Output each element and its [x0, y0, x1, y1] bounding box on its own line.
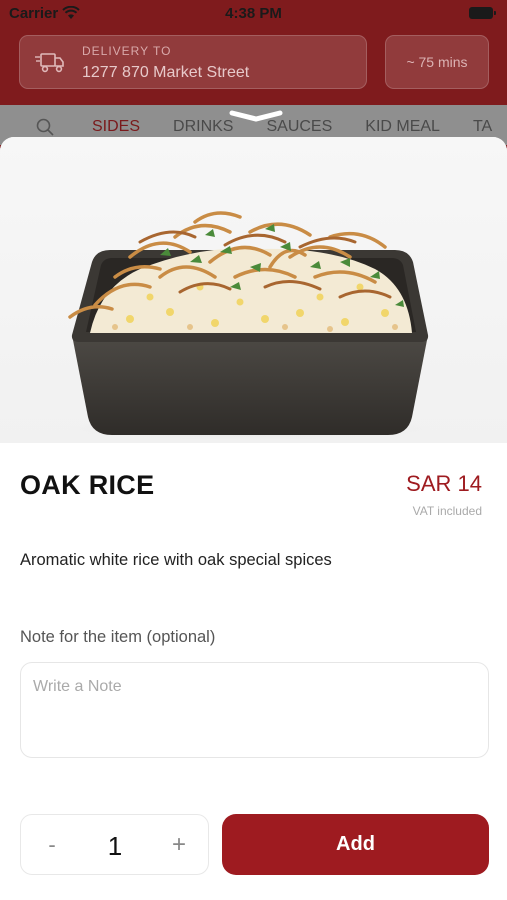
item-note-field[interactable]	[20, 662, 489, 758]
delivery-eta: ~ 75 mins	[406, 54, 468, 70]
delivery-address: 1277 870 Market Street	[82, 64, 250, 81]
food-photo	[0, 137, 507, 443]
delivery-label: DELIVERY TO	[82, 44, 172, 58]
item-detail-sheet: OAK RICE SAR 14 VAT included Aromatic wh…	[0, 137, 507, 900]
delivery-address-button[interactable]: DELIVERY TO 1277 870 Market Street	[19, 35, 367, 89]
status-bar: Carrier 4:38 PM	[0, 0, 507, 28]
category-tabs: SIDES DRINKS SAUCES KID MEAL TA	[92, 118, 507, 136]
header: Carrier 4:38 PM DELIVERY TO 1277 870 Mar…	[0, 0, 507, 105]
decrease-quantity-button[interactable]: -	[35, 829, 69, 863]
battery-icon	[469, 7, 496, 19]
tab-more[interactable]: TA	[473, 118, 492, 136]
tab-drinks[interactable]: DRINKS	[173, 118, 233, 136]
tab-kid-meal[interactable]: KID MEAL	[365, 118, 440, 136]
rice-dish-illustration	[50, 211, 450, 441]
vat-note: VAT included	[412, 504, 482, 518]
tab-sides[interactable]: SIDES	[92, 118, 140, 136]
item-title: OAK RICE	[20, 470, 155, 500]
add-button-label: Add	[336, 833, 375, 855]
quantity-stepper: - 1 +	[20, 814, 209, 875]
status-time: 4:38 PM	[225, 5, 282, 22]
delivery-truck-icon	[35, 53, 64, 73]
search-icon[interactable]	[36, 118, 54, 136]
sheet-grabber-handle[interactable]	[228, 110, 284, 122]
quantity-value: 1	[107, 831, 123, 861]
item-price: SAR 14	[406, 471, 482, 496]
increase-quantity-button[interactable]: +	[162, 829, 196, 863]
item-description: Aromatic white rice with oak special spi…	[20, 551, 332, 569]
delivery-eta-button[interactable]: ~ 75 mins	[385, 35, 489, 89]
note-label: Note for the item (optional)	[20, 628, 216, 646]
add-to-cart-button[interactable]: Add	[222, 814, 489, 875]
